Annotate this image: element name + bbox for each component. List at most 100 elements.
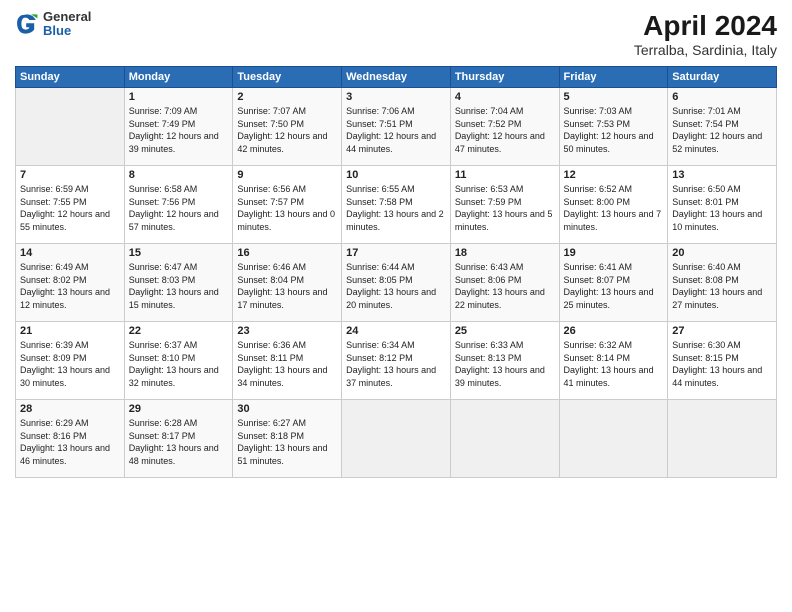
day-number: 12 [564, 169, 664, 181]
calendar-cell: 9 Sunrise: 6:56 AMSunset: 7:57 PMDaylight… [233, 166, 342, 244]
cell-details: Sunrise: 6:49 AMSunset: 8:02 PMDaylight:… [20, 261, 120, 311]
day-number: 21 [20, 325, 120, 337]
weekday-header-thursday: Thursday [450, 67, 559, 88]
day-number: 14 [20, 247, 120, 259]
calendar-cell: 29 Sunrise: 6:28 AMSunset: 8:17 PMDayligh… [124, 400, 233, 478]
calendar-cell: 24Sunrise: 6:34 AMSunset: 8:12 PMDayligh… [342, 322, 451, 400]
day-number: 23 [237, 325, 337, 337]
logo-text: General Blue [43, 10, 91, 39]
calendar-cell: 7 Sunrise: 6:59 AMSunset: 7:55 PMDaylight… [16, 166, 125, 244]
day-number: 15 [129, 247, 229, 259]
day-number: 2 [237, 91, 337, 103]
title-block: April 2024 Terralba, Sardinia, Italy [634, 10, 777, 58]
cell-details: Sunrise: 6:59 AMSunset: 7:55 PMDaylight:… [20, 183, 120, 233]
calendar-cell: 16 Sunrise: 6:46 AMSunset: 8:04 PMDayligh… [233, 244, 342, 322]
week-row-3: 14 Sunrise: 6:49 AMSunset: 8:02 PMDayligh… [16, 244, 777, 322]
cell-details: Sunrise: 6:41 AMSunset: 8:07 PMDaylight:… [564, 261, 664, 311]
logo-icon [15, 12, 39, 36]
calendar-cell: 2 Sunrise: 7:07 AMSunset: 7:50 PMDaylight… [233, 88, 342, 166]
cell-details: Sunrise: 7:04 AMSunset: 7:52 PMDaylight:… [455, 105, 555, 155]
calendar-cell: 21Sunrise: 6:39 AMSunset: 8:09 PMDayligh… [16, 322, 125, 400]
calendar-cell: 12 Sunrise: 6:52 AMSunset: 8:00 PMDayligh… [559, 166, 668, 244]
cell-details: Sunrise: 6:46 AMSunset: 8:04 PMDaylight:… [237, 261, 337, 311]
calendar-cell: 5Sunrise: 7:03 AMSunset: 7:53 PMDaylight… [559, 88, 668, 166]
week-row-1: 1 Sunrise: 7:09 AMSunset: 7:49 PMDaylight… [16, 88, 777, 166]
header: General Blue April 2024 Terralba, Sardin… [15, 10, 777, 58]
cell-details: Sunrise: 6:36 AMSunset: 8:11 PMDaylight:… [237, 339, 337, 389]
calendar-cell: 1 Sunrise: 7:09 AMSunset: 7:49 PMDaylight… [124, 88, 233, 166]
cell-details: Sunrise: 6:40 AMSunset: 8:08 PMDaylight:… [672, 261, 772, 311]
weekday-header-wednesday: Wednesday [342, 67, 451, 88]
calendar-title: April 2024 [634, 10, 777, 42]
cell-details: Sunrise: 7:01 AMSunset: 7:54 PMDaylight:… [672, 105, 772, 155]
day-number: 9 [237, 169, 337, 181]
calendar-cell: 13 Sunrise: 6:50 AMSunset: 8:01 PMDayligh… [668, 166, 777, 244]
calendar-cell: 25 Sunrise: 6:33 AMSunset: 8:13 PMDayligh… [450, 322, 559, 400]
calendar-cell [559, 400, 668, 478]
logo-blue: Blue [43, 24, 91, 38]
weekday-header-saturday: Saturday [668, 67, 777, 88]
cell-details: Sunrise: 7:07 AMSunset: 7:50 PMDaylight:… [237, 105, 337, 155]
calendar-cell: 6 Sunrise: 7:01 AMSunset: 7:54 PMDaylight… [668, 88, 777, 166]
day-number: 29 [129, 403, 229, 415]
calendar-cell: 10Sunrise: 6:55 AMSunset: 7:58 PMDayligh… [342, 166, 451, 244]
cell-details: Sunrise: 6:28 AMSunset: 8:17 PMDaylight:… [129, 417, 229, 467]
weekday-header-friday: Friday [559, 67, 668, 88]
day-number: 26 [564, 325, 664, 337]
day-number: 13 [672, 169, 772, 181]
calendar-cell: 27 Sunrise: 6:30 AMSunset: 8:15 PMDayligh… [668, 322, 777, 400]
day-number: 20 [672, 247, 772, 259]
calendar-cell [450, 400, 559, 478]
cell-details: Sunrise: 7:09 AMSunset: 7:49 PMDaylight:… [129, 105, 229, 155]
calendar-cell: 22 Sunrise: 6:37 AMSunset: 8:10 PMDayligh… [124, 322, 233, 400]
cell-details: Sunrise: 6:56 AMSunset: 7:57 PMDaylight:… [237, 183, 337, 233]
cell-details: Sunrise: 7:03 AMSunset: 7:53 PMDaylight:… [564, 105, 664, 155]
cell-details: Sunrise: 7:06 AMSunset: 7:51 PMDaylight:… [346, 105, 446, 155]
cell-details: Sunrise: 6:33 AMSunset: 8:13 PMDaylight:… [455, 339, 555, 389]
day-number: 28 [20, 403, 120, 415]
day-number: 11 [455, 169, 555, 181]
day-number: 25 [455, 325, 555, 337]
cell-details: Sunrise: 6:34 AMSunset: 8:12 PMDaylight:… [346, 339, 446, 389]
cell-details: Sunrise: 6:43 AMSunset: 8:06 PMDaylight:… [455, 261, 555, 311]
calendar-cell: 15 Sunrise: 6:47 AMSunset: 8:03 PMDayligh… [124, 244, 233, 322]
cell-details: Sunrise: 6:37 AMSunset: 8:10 PMDaylight:… [129, 339, 229, 389]
day-number: 4 [455, 91, 555, 103]
day-number: 16 [237, 247, 337, 259]
day-number: 10 [346, 169, 446, 181]
week-row-5: 28 Sunrise: 6:29 AMSunset: 8:16 PMDayligh… [16, 400, 777, 478]
calendar-cell [668, 400, 777, 478]
day-number: 6 [672, 91, 772, 103]
calendar-cell: 19Sunrise: 6:41 AMSunset: 8:07 PMDayligh… [559, 244, 668, 322]
day-number: 18 [455, 247, 555, 259]
weekday-header-monday: Monday [124, 67, 233, 88]
logo: General Blue [15, 10, 91, 39]
cell-details: Sunrise: 6:29 AMSunset: 8:16 PMDaylight:… [20, 417, 120, 467]
calendar-cell: 28 Sunrise: 6:29 AMSunset: 8:16 PMDayligh… [16, 400, 125, 478]
calendar-cell: 14 Sunrise: 6:49 AMSunset: 8:02 PMDayligh… [16, 244, 125, 322]
day-number: 30 [237, 403, 337, 415]
calendar-cell [16, 88, 125, 166]
calendar-subtitle: Terralba, Sardinia, Italy [634, 42, 777, 58]
day-number: 27 [672, 325, 772, 337]
day-number: 22 [129, 325, 229, 337]
weekday-header-tuesday: Tuesday [233, 67, 342, 88]
day-number: 3 [346, 91, 446, 103]
calendar-cell: 17Sunrise: 6:44 AMSunset: 8:05 PMDayligh… [342, 244, 451, 322]
weekday-header-sunday: Sunday [16, 67, 125, 88]
cell-details: Sunrise: 6:47 AMSunset: 8:03 PMDaylight:… [129, 261, 229, 311]
cell-details: Sunrise: 6:50 AMSunset: 8:01 PMDaylight:… [672, 183, 772, 233]
calendar-cell: 26 Sunrise: 6:32 AMSunset: 8:14 PMDayligh… [559, 322, 668, 400]
cell-details: Sunrise: 6:32 AMSunset: 8:14 PMDaylight:… [564, 339, 664, 389]
calendar-cell: 8Sunrise: 6:58 AMSunset: 7:56 PMDaylight… [124, 166, 233, 244]
day-number: 1 [129, 91, 229, 103]
cell-details: Sunrise: 6:58 AMSunset: 7:56 PMDaylight:… [129, 183, 229, 233]
day-number: 17 [346, 247, 446, 259]
calendar-cell: 30 Sunrise: 6:27 AMSunset: 8:18 PMDayligh… [233, 400, 342, 478]
cell-details: Sunrise: 6:27 AMSunset: 8:18 PMDaylight:… [237, 417, 337, 467]
cell-details: Sunrise: 6:52 AMSunset: 8:00 PMDaylight:… [564, 183, 664, 233]
logo-general: General [43, 10, 91, 24]
day-number: 7 [20, 169, 120, 181]
cell-details: Sunrise: 6:30 AMSunset: 8:15 PMDaylight:… [672, 339, 772, 389]
page: General Blue April 2024 Terralba, Sardin… [0, 0, 792, 612]
